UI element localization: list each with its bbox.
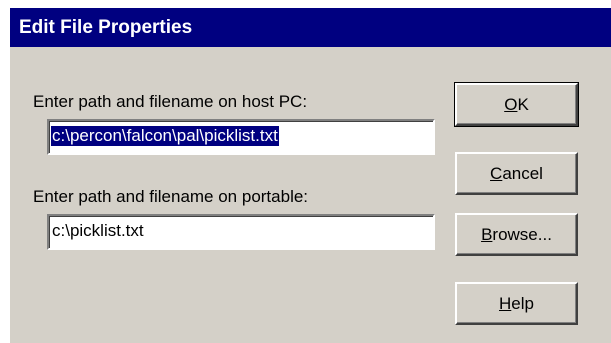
ok-button[interactable]: OK (454, 82, 579, 127)
portable-path-value: c:\picklist.txt (52, 221, 144, 240)
cancel-button[interactable]: Cancel (455, 152, 578, 195)
dialog-title: Edit File Properties (19, 17, 193, 38)
help-button-label: elp (511, 294, 534, 313)
cancel-button-mnemonic: C (490, 164, 503, 183)
browse-button-mnemonic: B (481, 225, 493, 244)
host-path-label: Enter path and filename on host PC: (33, 92, 308, 111)
host-path-value: c:\percon\falcon\pal\picklist.txt (51, 126, 279, 146)
browse-button-label: rowse... (492, 225, 552, 244)
portable-path-input[interactable]: c:\picklist.txt (47, 214, 435, 250)
portable-path-label: Enter path and filename on portable: (33, 187, 309, 206)
browse-button[interactable]: Browse... (455, 213, 578, 256)
host-path-input[interactable]: c:\percon\falcon\pal\picklist.txt (47, 119, 435, 155)
ok-button-label: K (517, 95, 529, 114)
edit-file-properties-dialog: Edit File Properties Enter path and file… (8, 8, 611, 343)
cancel-button-label: ancel (502, 164, 543, 183)
help-button[interactable]: Help (455, 282, 578, 325)
ok-button-mnemonic: O (504, 95, 518, 114)
help-button-mnemonic: H (499, 294, 512, 313)
title-bar[interactable]: Edit File Properties (10, 8, 611, 47)
